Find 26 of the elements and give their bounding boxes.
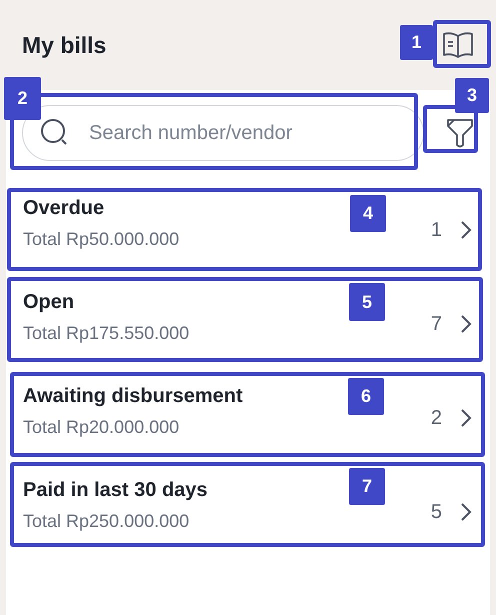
chevron-right-icon (460, 220, 472, 240)
annotation-label: 5 (349, 283, 385, 321)
page-title: My bills (22, 32, 106, 58)
bill-count: 1 (430, 218, 442, 242)
chevron-right-icon (460, 502, 472, 522)
category-total: Total Rp50.000.000 (23, 228, 180, 250)
annotation-label: 2 (4, 77, 41, 120)
annotation-label: 7 (349, 468, 385, 505)
category-title: Awaiting disbursement (23, 384, 243, 408)
category-total: Total Rp175.550.000 (23, 322, 190, 344)
bill-count: 7 (430, 312, 442, 336)
category-total: Total Rp250.000.000 (23, 510, 190, 532)
annotation-outline (433, 20, 491, 68)
annotation-label: 3 (455, 78, 489, 113)
category-total: Total Rp20.000.000 (23, 416, 180, 438)
chevron-right-icon (460, 408, 472, 428)
bill-count: 5 (430, 500, 442, 524)
category-title: Paid in last 30 days (23, 478, 208, 502)
category-title: Open (23, 290, 74, 314)
annotation-label: 4 (350, 195, 386, 232)
bill-count: 2 (430, 406, 442, 430)
annotation-label: 1 (400, 25, 433, 60)
category-title: Overdue (23, 196, 104, 220)
annotation-label: 6 (348, 378, 384, 415)
search-field[interactable]: Search number/vendor (22, 105, 424, 161)
chevron-right-icon (460, 314, 472, 334)
